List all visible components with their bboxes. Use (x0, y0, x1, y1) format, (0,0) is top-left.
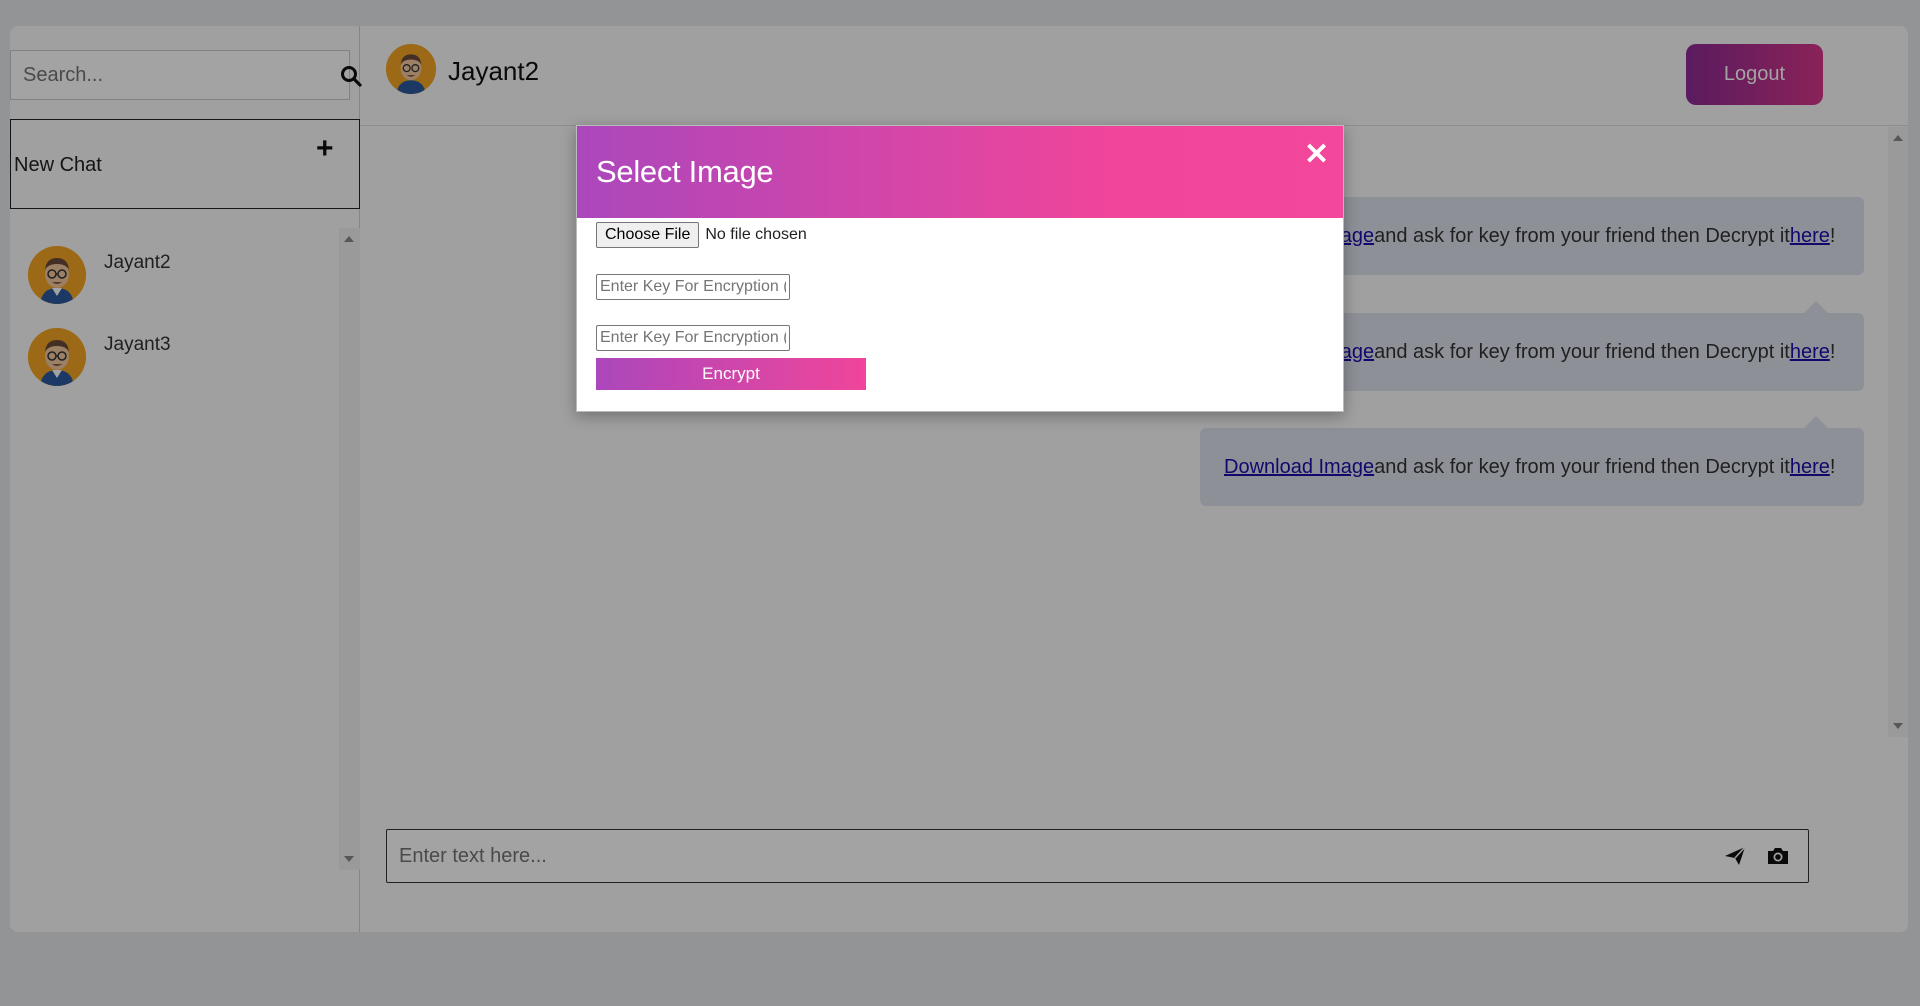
file-picker: Choose File No file chosen (596, 222, 807, 248)
modal-title: Select Image (596, 154, 774, 189)
choose-file-button[interactable]: Choose File (596, 222, 700, 248)
encryption-key-confirm-input[interactable] (596, 325, 790, 351)
select-image-modal: Select Image ✕ Choose File No file chose… (576, 125, 1344, 412)
encryption-key-input[interactable] (596, 274, 790, 300)
modal-header: Select Image ✕ (577, 126, 1343, 218)
file-status: No file chosen (705, 226, 807, 243)
close-icon[interactable]: ✕ (1304, 140, 1329, 170)
encrypt-button[interactable]: Encrypt (596, 358, 866, 390)
